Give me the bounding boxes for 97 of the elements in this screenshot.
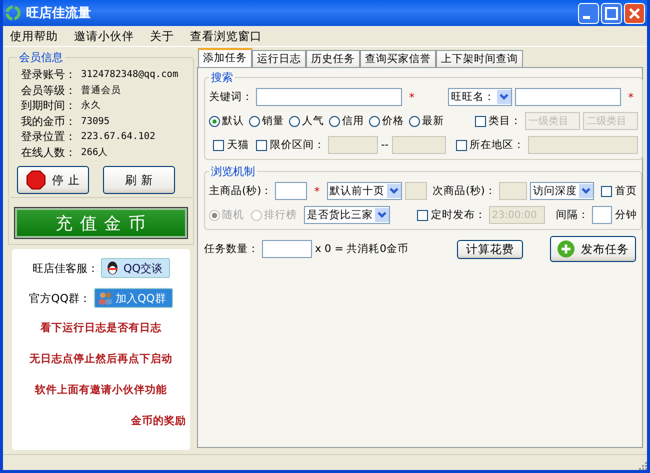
menu-item[interactable]: 邀请小伙伴 <box>69 28 139 44</box>
caret-icon <box>375 208 389 222</box>
radio-button[interactable] <box>409 116 420 126</box>
radio-label: 销量 <box>262 114 284 128</box>
interval-field[interactable] <box>592 206 612 224</box>
group-title: 搜索 <box>210 70 234 85</box>
tmall-label: 天猫 <box>227 138 249 152</box>
checkbox[interactable] <box>456 140 467 150</box>
plus-icon <box>557 240 575 258</box>
radio-label: 随机 <box>222 208 244 222</box>
group-title: 浏览机制 <box>210 164 256 179</box>
radio-button[interactable] <box>249 116 260 126</box>
minimize-icon[interactable] <box>578 2 599 24</box>
schedule-label: 定时发布： <box>430 208 486 222</box>
recharge-button[interactable]: 充 值 金 币 <box>15 208 187 238</box>
people-icon <box>98 290 112 306</box>
required-mark: * <box>314 184 320 198</box>
main-item-label: 主商品(秒)： <box>209 184 272 198</box>
compare-dropdown[interactable]: 是否货比三家 <box>304 206 390 224</box>
checkbox[interactable] <box>474 116 486 126</box>
join-group-button[interactable]: 加入QQ群 <box>94 288 173 308</box>
radio-label: 最新 <box>422 114 444 128</box>
service-label: 旺店佳客服： <box>32 260 98 276</box>
tab[interactable]: 上下架时间查询 <box>436 50 523 67</box>
field-label: 登录位置： <box>21 129 77 144</box>
checkbox[interactable] <box>256 140 267 150</box>
radio-button[interactable] <box>329 116 340 126</box>
minutes-label: 分钟 <box>614 208 637 222</box>
required-mark: * <box>628 90 634 104</box>
wangwang-field[interactable] <box>515 88 622 106</box>
field-label: 登录账号： <box>21 67 77 82</box>
field-label: 到期时间： <box>21 98 77 114</box>
cost-text: x 0 = 共消耗0金币 <box>315 242 408 256</box>
stop-button[interactable]: 停 止 <box>17 166 89 194</box>
required-mark: * <box>409 90 414 104</box>
menu-item[interactable]: 使用帮助 <box>5 28 63 44</box>
wangwang-dropdown[interactable]: 旺旺名： <box>448 88 512 106</box>
keyword-field[interactable] <box>256 88 402 106</box>
task-count-field[interactable] <box>262 240 312 258</box>
task-count-label: 任务数量： <box>204 242 259 256</box>
tab[interactable]: 历史任务 <box>306 50 360 67</box>
radio-button[interactable] <box>209 116 220 126</box>
field-value: 266人 <box>81 146 108 159</box>
maximize-icon[interactable] <box>601 2 622 24</box>
interval-label: 间隔： <box>556 208 589 222</box>
notice-text: 无日志点停止然后再点下启动 <box>30 352 172 367</box>
depth-dropdown[interactable]: 访问深度 <box>530 182 594 200</box>
field-value: 3124782348@qq.com <box>81 69 178 80</box>
field-value: 永久 <box>81 99 101 112</box>
tab[interactable]: 添加任务 <box>198 48 252 67</box>
menu-item[interactable]: 关于 <box>145 28 179 44</box>
field-value: 223.67.64.102 <box>81 131 156 142</box>
caret-icon <box>578 184 593 198</box>
caret-icon <box>386 184 401 198</box>
radio-label: 排行榜 <box>264 208 297 222</box>
keyword-label: 关键词： <box>209 90 253 104</box>
menu-item[interactable]: 查看浏览窗口 <box>185 28 267 44</box>
radio-button[interactable] <box>369 116 380 126</box>
checkbox[interactable] <box>416 210 428 220</box>
radio-label: 默认 <box>222 114 244 128</box>
close-icon[interactable] <box>624 2 645 24</box>
price-range-label: 限价区间： <box>270 138 325 152</box>
resize-grip-icon[interactable] <box>637 460 647 470</box>
secondary-item-label: 次商品(秒)： <box>432 184 496 198</box>
window-title: 旺店佳流量 <box>26 4 92 22</box>
calculate-cost-button[interactable]: 计算花费 <box>457 240 523 258</box>
group-label: 官方QQ群： <box>29 290 90 306</box>
notice-text: 软件上面有邀请小伙伴功能 <box>35 383 167 398</box>
caret-icon <box>497 90 512 104</box>
refresh-button[interactable]: 刷 新 <box>103 166 175 194</box>
page-range-dropdown[interactable]: 默认前十页 <box>326 182 402 200</box>
penguin-icon <box>105 260 120 276</box>
main-seconds-field[interactable] <box>275 182 308 200</box>
homepage-label: 首页 <box>614 184 637 198</box>
notice-text: 看下运行日志是否有日志 <box>40 321 162 336</box>
category-label: 类目： <box>488 114 522 128</box>
radio-label: 人气 <box>302 114 324 128</box>
radio-label: 信用 <box>342 114 364 128</box>
field-label: 我的金币： <box>21 114 77 129</box>
field-label: 会员等级： <box>21 82 77 98</box>
recycle-icon <box>5 5 21 21</box>
qq-chat-button[interactable]: QQ交谈 <box>101 258 170 278</box>
checkbox[interactable] <box>213 140 224 150</box>
checkbox[interactable] <box>600 186 612 196</box>
tab[interactable]: 运行日志 <box>252 50 306 67</box>
notice-text: 金币的奖励 <box>131 414 187 429</box>
publish-task-button[interactable]: 发布任务 <box>550 236 636 262</box>
field-value: 普通会员 <box>81 84 121 97</box>
region-label: 所在地区： <box>470 138 525 152</box>
radio-label: 价格 <box>382 114 404 128</box>
group-title: 会员信息 <box>18 50 64 65</box>
field-label: 在线人数： <box>21 144 77 160</box>
radio-button[interactable] <box>289 116 300 126</box>
range-separator: -- <box>381 139 389 151</box>
field-value: 73095 <box>81 116 110 127</box>
stop-sign-icon <box>26 170 46 190</box>
tab[interactable]: 查询买家信誉 <box>360 50 436 67</box>
